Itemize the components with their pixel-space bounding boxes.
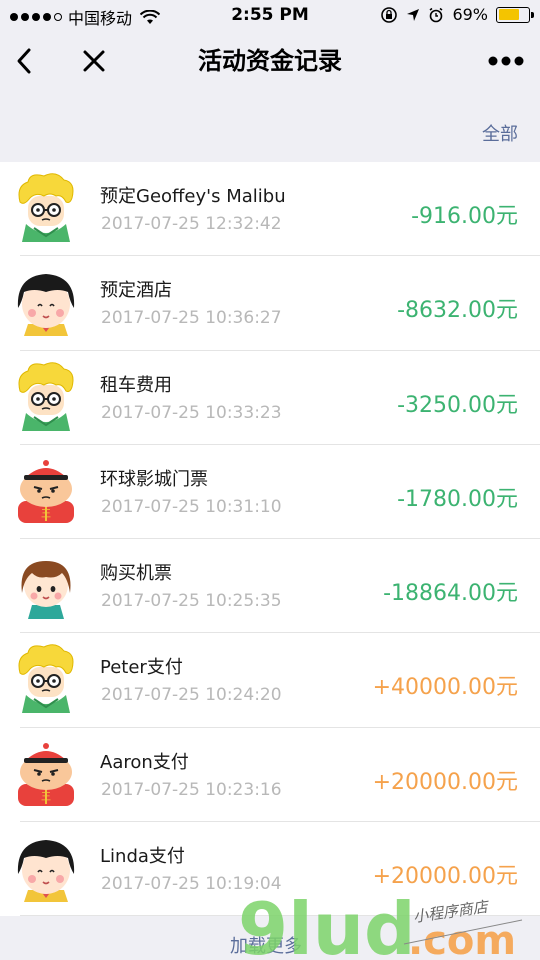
record-title: 环球影城门票 [100, 468, 208, 490]
record-title: Peter支付 [100, 657, 183, 679]
red-hat-boy-avatar: 王 [12, 455, 80, 527]
battery-percent: 69% [452, 5, 488, 24]
record-row[interactable]: 购买机票 2017-07-25 10:25:35 -18864.00元 [0, 539, 540, 634]
record-title: 预定酒店 [100, 280, 172, 302]
record-timestamp: 2017-07-25 10:23:16 [101, 779, 282, 800]
alarm-clock-icon [429, 7, 443, 22]
load-more-bar: 加载更多 [0, 916, 540, 960]
record-title: Aaron支付 [100, 751, 189, 773]
red-hat-boy-avatar: 王 [12, 738, 80, 810]
filter-bar: 全部 [0, 90, 540, 162]
svg-text:王: 王 [41, 792, 51, 803]
record-row[interactable]: 预定酒店 2017-07-25 10:36:27 -8632.00元 [0, 256, 540, 351]
record-title: Linda支付 [100, 846, 185, 868]
navigation-bar: 活动资金记录 [0, 32, 540, 90]
battery-level [498, 9, 519, 20]
record-timestamp: 2017-07-25 10:31:10 [101, 496, 282, 517]
filter-all-button[interactable]: 全部 [482, 120, 518, 146]
record-title: 购买机票 [100, 563, 172, 585]
record-amount-expense: -18864.00元 [383, 581, 518, 607]
record-timestamp: 2017-07-25 10:25:35 [101, 591, 282, 612]
status-right: 69% [380, 5, 534, 24]
curly-hair-glasses-avatar [12, 643, 80, 715]
more-options-button[interactable] [486, 32, 526, 90]
record-timestamp: 2017-07-25 10:36:27 [101, 308, 282, 329]
battery-icon [496, 6, 534, 23]
record-timestamp: 2017-07-25 10:19:04 [101, 874, 282, 895]
record-amount-expense: -8632.00元 [397, 298, 518, 324]
record-row[interactable]: Peter支付 2017-07-25 10:24:20 +40000.00元 [0, 633, 540, 729]
record-amount-expense: -3250.00元 [397, 392, 518, 418]
record-row[interactable]: 租车费用 2017-07-25 10:33:23 -3250.00元 [0, 351, 540, 446]
rotation-lock-icon [381, 6, 398, 23]
curly-hair-glasses-avatar [12, 361, 80, 433]
curly-hair-glasses-avatar [12, 172, 80, 244]
record-row[interactable]: 王 Aaron支付 2017-07-25 10:23:16 +20000.00元 [0, 728, 540, 823]
load-more-button[interactable]: 加载更多 [230, 932, 302, 958]
record-timestamp: 2017-07-25 10:24:20 [101, 685, 282, 706]
location-arrow-icon [407, 8, 420, 21]
more-dots-icon [488, 56, 524, 66]
record-amount-income: +20000.00元 [372, 769, 518, 795]
record-list: 预定Geoffey's Malibu 2017-07-25 12:32:42 -91… [0, 162, 540, 917]
record-amount-expense: -1780.00元 [397, 486, 518, 512]
record-timestamp: 2017-07-25 10:33:23 [101, 402, 282, 423]
brown-hair-girl-avatar [12, 549, 80, 621]
page-title: 活动资金记录 [198, 47, 342, 75]
record-title: 租车费用 [100, 374, 172, 396]
svg-text:王: 王 [41, 509, 51, 520]
record-timestamp: 2017-07-25 12:32:42 [101, 214, 282, 234]
status-bar: 中国移动 2:55 PM 69% [0, 0, 540, 32]
record-row[interactable]: 预定Geoffey's Malibu 2017-07-25 12:32:42 -91… [0, 162, 540, 257]
record-row[interactable]: 王 环球影城门票 2017-07-25 10:31:10 -1780.00元 [0, 445, 540, 540]
bob-haircut-girl-avatar [12, 832, 80, 904]
record-amount-income: +20000.00元 [372, 864, 518, 890]
record-title: 预定Geoffey's Malibu [100, 186, 286, 207]
bob-haircut-girl-avatar [12, 266, 80, 338]
record-amount-income: +40000.00元 [372, 675, 518, 701]
record-row[interactable]: Linda支付 2017-07-25 10:19:04 +20000.00元 [0, 822, 540, 917]
record-amount-expense: -916.00元 [411, 204, 518, 229]
